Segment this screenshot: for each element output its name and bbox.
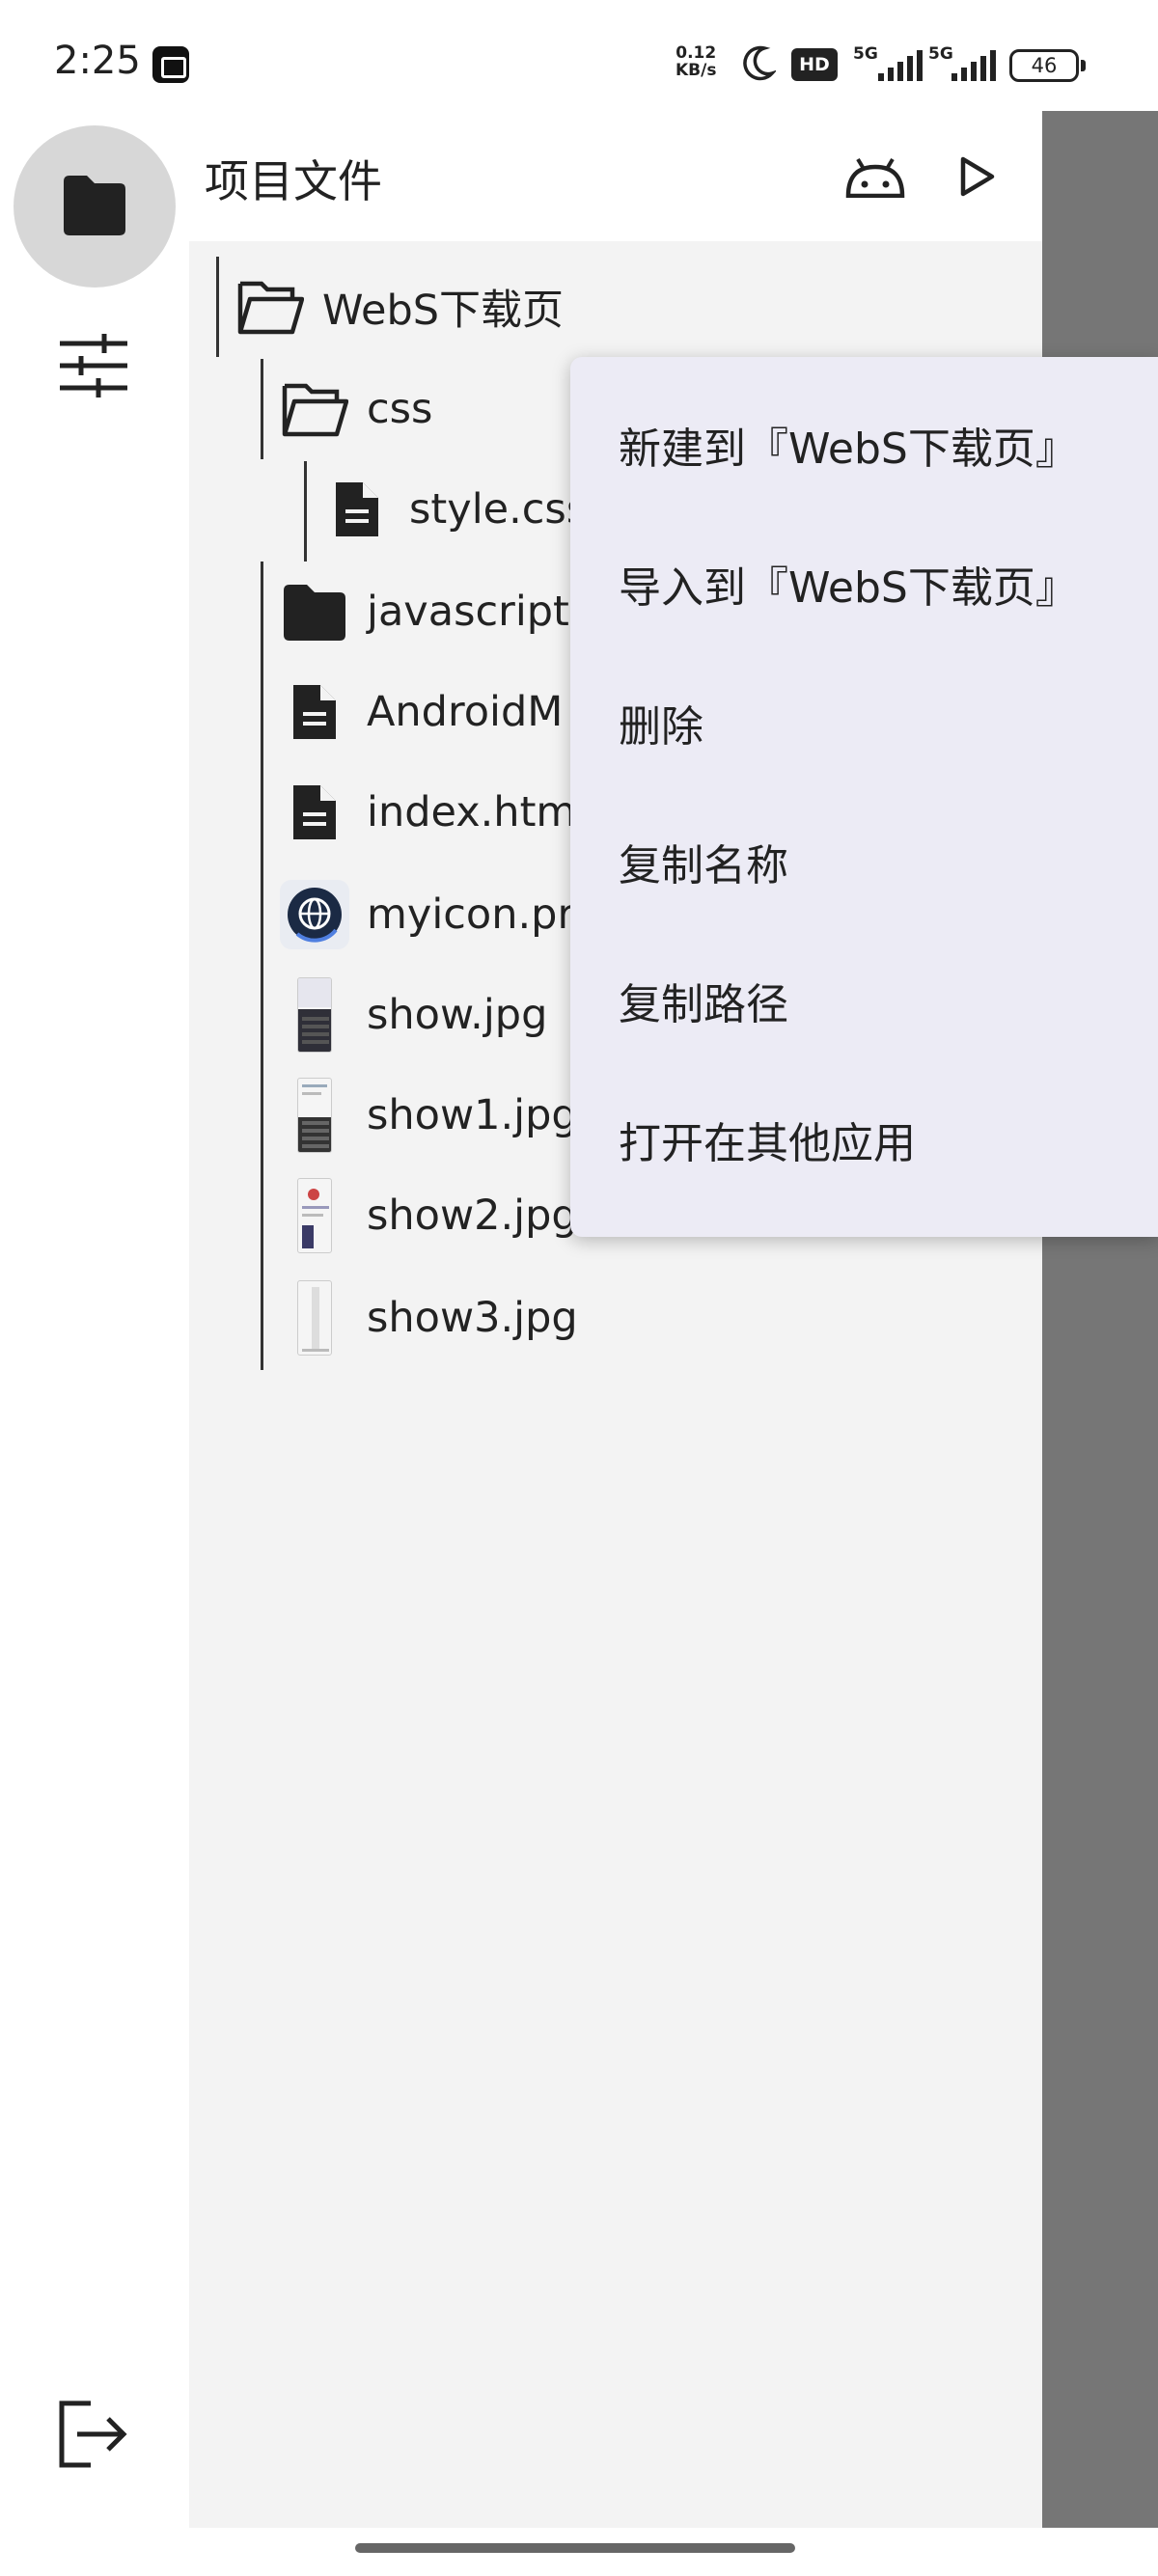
network-speed-value: 0.12 <box>676 43 717 63</box>
menu-item-import[interactable]: 导入到『WebS下载页』 <box>619 560 1078 617</box>
tree-node-label: show.jpg <box>367 991 548 1039</box>
network-speed-unit: KB/s <box>676 61 717 80</box>
tree-node-css[interactable]: css <box>280 361 432 457</box>
screenshot-app-icon <box>152 46 189 83</box>
tree-node-label: show2.jpg <box>367 1192 578 1240</box>
folder-icon <box>280 577 349 646</box>
image-thumbnail <box>297 1280 332 1356</box>
image-thumbnail <box>297 1178 332 1253</box>
tree-node-show3-jpg[interactable]: show3.jpg <box>280 1270 578 1366</box>
tree-node-label: index.htm <box>367 788 577 836</box>
battery-indicator: 46 <box>1009 49 1079 82</box>
tree-node-label: WebS下载页 <box>322 287 565 335</box>
tree-node-label: style.css <box>409 485 589 534</box>
menu-item-copy-name[interactable]: 复制名称 <box>619 837 788 895</box>
folder-icon <box>64 176 125 235</box>
network-speed: 0.12 KB/s <box>676 44 716 79</box>
status-time: 2:25 <box>54 39 141 83</box>
tree-guide-children <box>261 562 263 1370</box>
tree-node-index-html[interactable]: index.htm <box>280 764 576 861</box>
sim2-network-tag: 5G <box>928 44 953 64</box>
signal-sim2-icon: 5G <box>928 44 998 83</box>
tree-node-label: css <box>367 385 433 433</box>
tree-node-label: AndroidM <box>367 688 564 736</box>
play-icon <box>960 156 995 197</box>
run-button[interactable] <box>934 133 1021 220</box>
tree-node-show1-jpg[interactable]: show1.jpg <box>280 1067 578 1164</box>
menu-item-copy-path[interactable]: 复制路径 <box>619 976 788 1034</box>
image-thumbnail <box>297 1078 332 1153</box>
globe-icon <box>280 880 349 949</box>
menu-item-open-with[interactable]: 打开在其他应用 <box>619 1115 916 1173</box>
home-indicator[interactable] <box>355 2543 795 2553</box>
tree-node-label: myicon.pr <box>367 891 575 939</box>
tree-node-style-css[interactable]: style.css <box>322 461 588 558</box>
image-thumbnail <box>297 977 332 1053</box>
file-icon <box>280 677 349 747</box>
menu-item-new[interactable]: 新建到『WebS下载页』 <box>619 421 1078 479</box>
menu-item-delete[interactable]: 删除 <box>619 699 703 756</box>
android-icon <box>845 157 905 198</box>
folder-open-icon <box>235 272 305 342</box>
context-menu: 新建到『WebS下载页』 导入到『WebS下载页』 删除 复制名称 复制路径 打… <box>570 357 1158 1237</box>
page-title: 项目文件 <box>205 155 382 207</box>
do-not-disturb-moon-icon <box>743 45 776 81</box>
battery-cap <box>1081 60 1086 71</box>
rail-files-button[interactable] <box>14 125 176 288</box>
sim1-network-tag: 5G <box>853 44 878 64</box>
file-icon <box>280 778 349 847</box>
folder-open-icon <box>280 374 349 444</box>
android-build-button[interactable] <box>832 133 919 220</box>
tree-guide-style <box>304 461 307 562</box>
tree-node-label: show3.jpg <box>367 1294 578 1342</box>
tree-node-label: show1.jpg <box>367 1091 578 1139</box>
tree-guide-root <box>216 257 219 357</box>
file-icon <box>322 475 392 544</box>
tune-icon[interactable] <box>60 332 127 399</box>
signal-sim1-icon: 5G <box>853 44 923 83</box>
hd-voice-badge: HD <box>791 48 838 81</box>
logout-icon[interactable] <box>58 2400 129 2468</box>
tree-node-label: javascript <box>367 588 569 636</box>
tree-guide-css <box>261 359 263 459</box>
tree-node-show-jpg[interactable]: show.jpg <box>280 967 547 1063</box>
tree-node-root[interactable]: WebS下载页 <box>235 259 564 355</box>
tree-node-javascript[interactable]: javascript <box>280 563 569 660</box>
tree-node-myicon[interactable]: myicon.pr <box>280 866 574 963</box>
tree-node-show2-jpg[interactable]: show2.jpg <box>280 1167 578 1264</box>
tree-node-androidmanifest[interactable]: AndroidM <box>280 664 563 760</box>
